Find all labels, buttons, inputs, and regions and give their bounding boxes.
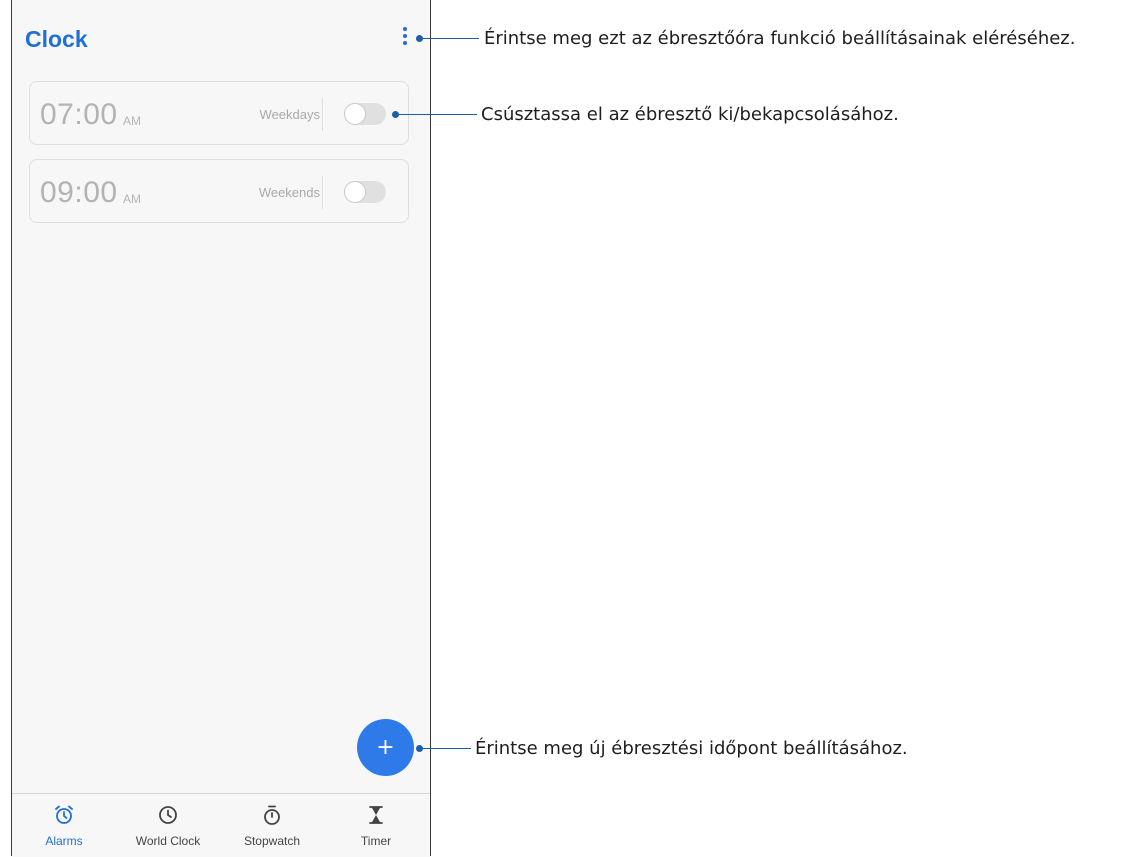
alarm-time: 09:00 bbox=[40, 176, 118, 209]
alarm-ampm: AM bbox=[123, 192, 141, 206]
callout-settings: Érintse meg ezt az ébresztőóra funkció b… bbox=[484, 28, 1076, 49]
add-alarm-button[interactable]: + bbox=[357, 719, 414, 776]
toggle-knob bbox=[344, 103, 366, 125]
alarm-item[interactable]: 09:00 AM Weekends bbox=[29, 159, 409, 223]
clock-icon bbox=[116, 804, 220, 826]
alarm-repeat-days: Weekdays bbox=[259, 107, 320, 122]
tab-alarms[interactable]: Alarms bbox=[12, 794, 116, 857]
callout-add-alarm: Érintse meg új ébresztési időpont beállí… bbox=[475, 738, 908, 759]
more-options-icon[interactable] bbox=[398, 27, 412, 49]
tab-label: Timer bbox=[360, 834, 392, 848]
callout-line bbox=[420, 38, 479, 39]
divider bbox=[322, 98, 323, 131]
tab-label: World Clock bbox=[135, 834, 201, 848]
hourglass-icon bbox=[324, 804, 428, 826]
bottom-navigation: Alarms World Clock Stopwatch Timer bbox=[12, 793, 430, 857]
alarm-time: 07:00 bbox=[40, 98, 118, 131]
phone-screen: Clock 07:00 AM Weekdays 09:00 AM Weekend… bbox=[11, 0, 431, 857]
divider bbox=[322, 176, 323, 209]
tab-stopwatch[interactable]: Stopwatch bbox=[220, 794, 324, 857]
callout-line bbox=[396, 114, 477, 115]
stopwatch-icon bbox=[220, 804, 324, 826]
tab-timer[interactable]: Timer bbox=[324, 794, 428, 857]
tab-label: Alarms bbox=[45, 834, 83, 848]
callout-toggle: Csúsztassa el az ébresztő ki/bekapcsolás… bbox=[481, 104, 899, 125]
alarm-ampm: AM bbox=[123, 114, 141, 128]
alarm-item[interactable]: 07:00 AM Weekdays bbox=[29, 81, 409, 145]
tab-world-clock[interactable]: World Clock bbox=[116, 794, 220, 857]
alarm-repeat-days: Weekends bbox=[258, 185, 320, 200]
alarm-toggle[interactable] bbox=[344, 181, 386, 203]
toggle-knob bbox=[344, 181, 366, 203]
tab-label: Stopwatch bbox=[243, 834, 301, 848]
alarm-toggle[interactable] bbox=[344, 103, 386, 125]
callout-line bbox=[420, 748, 471, 749]
alarm-clock-icon bbox=[12, 804, 116, 826]
app-title: Clock bbox=[25, 26, 88, 52]
